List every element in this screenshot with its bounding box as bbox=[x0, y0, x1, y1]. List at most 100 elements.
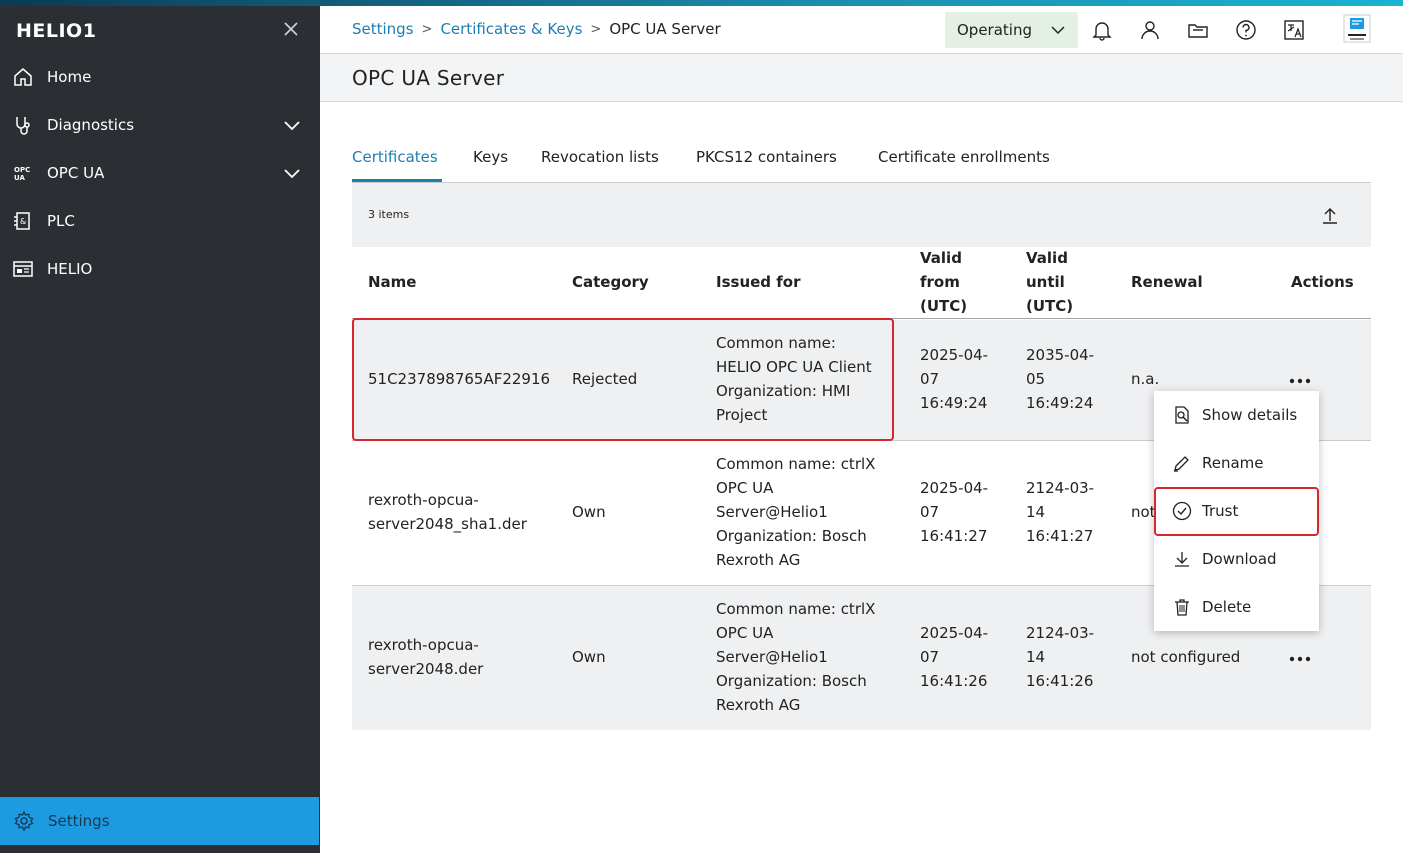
tab-pkcs12-containers[interactable]: PKCS12 containers bbox=[696, 148, 837, 182]
tab-certificate-enrollments[interactable]: Certificate enrollments bbox=[878, 148, 1050, 182]
page-title: OPC UA Server bbox=[352, 66, 505, 90]
column-header-name[interactable]: Name bbox=[368, 270, 416, 294]
sidebar: HELIO1 Home Diagnostics OPC UA OPC UA & P… bbox=[0, 6, 320, 853]
sidebar-item-label: HELIO bbox=[47, 260, 93, 278]
date-line: 2124-03- bbox=[1026, 624, 1095, 642]
header-line: from bbox=[920, 273, 960, 291]
close-icon bbox=[284, 22, 298, 36]
cert-issued-for: Common name: HELIO OPC UA Client Organiz… bbox=[716, 331, 872, 427]
menu-item-trust[interactable]: Trust bbox=[1154, 487, 1319, 535]
menu-item-delete[interactable]: Delete bbox=[1154, 583, 1319, 631]
table-header: Name Category Issued for Valid from (UTC… bbox=[352, 247, 1371, 319]
sidebar-item-diagnostics[interactable]: Diagnostics bbox=[0, 103, 320, 147]
date-line: 05 bbox=[1026, 370, 1046, 388]
header-line: Valid bbox=[920, 249, 962, 267]
sidebar-item-plc[interactable]: & PLC bbox=[0, 199, 320, 243]
menu-item-download[interactable]: Download bbox=[1154, 535, 1319, 583]
breadcrumb-current: OPC UA Server bbox=[609, 20, 721, 38]
close-sidebar-button[interactable] bbox=[283, 20, 299, 42]
date-line: 14 bbox=[1026, 503, 1046, 521]
cert-renewal: n.a. bbox=[1131, 370, 1160, 388]
date-line: 16:41:27 bbox=[920, 527, 988, 545]
svg-text:OPC: OPC bbox=[14, 166, 30, 174]
issued-line: Server@Helio1 bbox=[716, 503, 828, 521]
chevron-down-icon bbox=[1051, 26, 1065, 35]
cert-valid-until: 2124-03- 14 16:41:27 bbox=[1026, 476, 1094, 548]
issued-line: OPC UA bbox=[716, 624, 774, 642]
breadcrumb-certificates-keys[interactable]: Certificates & Keys bbox=[440, 20, 582, 38]
page-title-bar: OPC UA Server bbox=[320, 54, 1403, 102]
files-button[interactable] bbox=[1186, 18, 1210, 42]
issued-line: OPC UA bbox=[716, 479, 774, 497]
chevron-down-icon bbox=[284, 121, 300, 131]
svg-text:&: & bbox=[20, 217, 26, 226]
name-line: rexroth-opcua- bbox=[368, 636, 479, 654]
issued-line: Organization: Bosch bbox=[716, 527, 867, 545]
menu-item-label: Show details bbox=[1202, 406, 1298, 424]
language-icon bbox=[1284, 20, 1304, 40]
folder-icon bbox=[1188, 24, 1208, 38]
help-button[interactable] bbox=[1234, 18, 1258, 42]
sidebar-item-home[interactable]: Home bbox=[0, 55, 320, 99]
stethoscope-icon bbox=[11, 113, 35, 137]
breadcrumb-settings[interactable]: Settings bbox=[352, 20, 414, 38]
name-line: server2048.der bbox=[368, 660, 484, 678]
issued-line: Organization: Bosch bbox=[716, 672, 867, 690]
helio-icon bbox=[11, 257, 35, 281]
bell-icon bbox=[1092, 22, 1112, 41]
show-details-icon bbox=[1172, 405, 1192, 425]
date-line: 16:49:24 bbox=[920, 394, 988, 412]
date-line: 07 bbox=[920, 503, 940, 521]
breadcrumb-separator: > bbox=[421, 21, 433, 37]
language-button[interactable] bbox=[1282, 18, 1306, 42]
column-header-category[interactable]: Category bbox=[572, 270, 649, 294]
menu-item-label: Rename bbox=[1202, 454, 1264, 472]
sidebar-item-label: Settings bbox=[48, 812, 110, 830]
breadcrumb: Settings > Certificates & Keys > OPC UA … bbox=[352, 20, 721, 38]
column-header-actions: Actions bbox=[1291, 273, 1354, 291]
menu-item-rename[interactable]: Rename bbox=[1154, 439, 1319, 487]
issued-line: Rexroth AG bbox=[716, 551, 801, 569]
table-toolbar: 3 items bbox=[352, 183, 1371, 247]
ctrlx-os-logo[interactable] bbox=[1342, 14, 1372, 44]
issued-line: Common name: ctrlX bbox=[716, 600, 876, 618]
date-line: 2025-04- bbox=[920, 479, 989, 497]
upload-icon[interactable] bbox=[1320, 205, 1340, 225]
sidebar-item-helio[interactable]: HELIO bbox=[0, 247, 320, 291]
pencil-icon bbox=[1172, 453, 1192, 473]
menu-item-show-details[interactable]: Show details bbox=[1154, 391, 1319, 439]
chevron-down-icon bbox=[284, 169, 300, 179]
trash-icon bbox=[1172, 597, 1192, 617]
column-header-renewal[interactable]: Renewal bbox=[1131, 270, 1203, 294]
date-line: 16:41:26 bbox=[1026, 672, 1094, 690]
more-options-icon[interactable] bbox=[1288, 376, 1312, 386]
column-header-issued-for[interactable]: Issued for bbox=[716, 270, 800, 294]
name-line: server2048_sha1.der bbox=[368, 515, 527, 533]
sidebar-item-opcua[interactable]: OPC UA OPC UA bbox=[0, 151, 320, 195]
gear-icon bbox=[12, 809, 36, 833]
tab-keys[interactable]: Keys bbox=[473, 148, 508, 182]
column-header-valid-until[interactable]: Valid until (UTC) bbox=[1026, 246, 1073, 318]
sidebar-item-settings[interactable]: Settings bbox=[0, 797, 319, 845]
issued-line: Common name: ctrlX bbox=[716, 455, 876, 473]
notifications-button[interactable] bbox=[1090, 18, 1114, 42]
date-line: 2025-04- bbox=[920, 624, 989, 642]
cert-name: rexroth-opcua- server2048_sha1.der bbox=[368, 488, 527, 536]
sidebar-item-label: Home bbox=[47, 68, 92, 86]
column-header-valid-from[interactable]: Valid from (UTC) bbox=[920, 246, 967, 318]
items-count: 3 items bbox=[368, 208, 410, 221]
menu-item-label: Trust bbox=[1202, 502, 1239, 520]
top-header: Settings > Certificates & Keys > OPC UA … bbox=[320, 6, 1403, 54]
more-options-icon[interactable] bbox=[1288, 654, 1312, 664]
operating-state-value: Operating bbox=[957, 21, 1032, 39]
issued-line: Common name: bbox=[716, 334, 836, 352]
date-line: 14 bbox=[1026, 648, 1046, 666]
cert-issued-for: Common name: ctrlX OPC UA Server@Helio1 … bbox=[716, 452, 875, 572]
header-line: Valid bbox=[1026, 249, 1068, 267]
user-button[interactable] bbox=[1138, 18, 1162, 42]
operating-state-select[interactable]: Operating bbox=[945, 12, 1078, 48]
name-line: rexroth-opcua- bbox=[368, 491, 479, 509]
cert-valid-from: 2025-04- 07 16:41:26 bbox=[920, 621, 988, 693]
tab-certificates[interactable]: Certificates bbox=[352, 148, 442, 182]
tab-revocation-lists[interactable]: Revocation lists bbox=[541, 148, 659, 182]
